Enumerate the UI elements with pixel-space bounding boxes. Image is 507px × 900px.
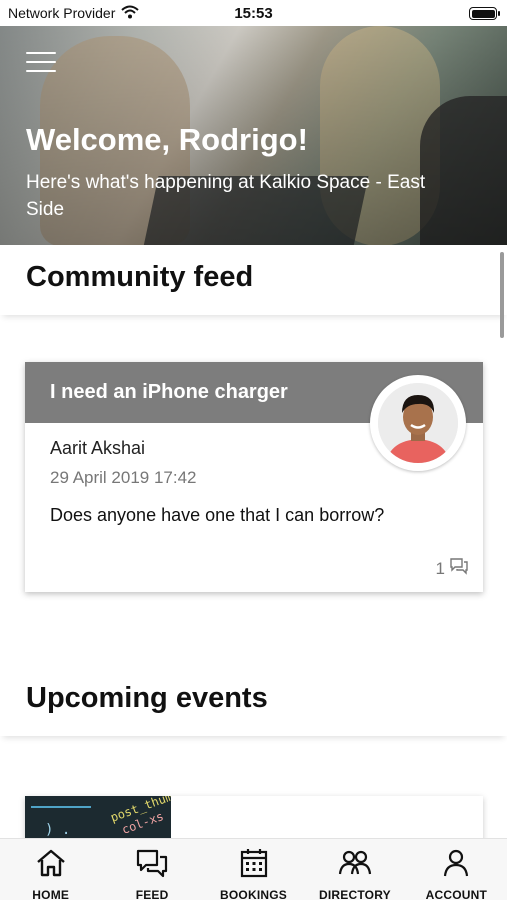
tab-home[interactable]: HOME: [0, 839, 101, 900]
comment-icon: [449, 557, 469, 580]
thumbnail-code-line: ) .: [45, 822, 71, 838]
welcome-title: Welcome, Rodrigo!: [26, 122, 308, 157]
clock: 15:53: [234, 4, 273, 22]
comment-count-value: 1: [435, 558, 445, 578]
tab-account-label: ACCOUNT: [425, 888, 488, 900]
tab-bar: HOME FEED BOOKINGS DIRECTORY ACCOUNT: [0, 838, 507, 900]
welcome-subtitle: Here's what's happening at Kalkio Space …: [26, 172, 426, 220]
hero-banner: Welcome, Rodrigo! Here's what's happenin…: [0, 26, 507, 245]
tab-directory[interactable]: DIRECTORY: [304, 839, 405, 900]
avatar[interactable]: [370, 375, 466, 471]
tab-bookings-label: BOOKINGS: [220, 888, 287, 900]
status-bar: Network Provider 15:53: [0, 0, 507, 26]
carrier-label: Network Provider: [8, 5, 116, 21]
chat-icon: [135, 847, 169, 884]
tab-home-label: HOME: [32, 888, 70, 900]
tab-feed-label: FEED: [135, 888, 169, 900]
scrollbar[interactable]: [500, 252, 504, 338]
tab-account[interactable]: ACCOUNT: [406, 839, 507, 900]
tab-bookings[interactable]: BOOKINGS: [203, 839, 304, 900]
battery-icon: [469, 7, 500, 20]
community-feed-title: Community feed: [26, 261, 254, 293]
tab-directory-label: DIRECTORY: [319, 888, 391, 900]
upcoming-events-title: Upcoming events: [26, 682, 268, 714]
upcoming-events-header: Upcoming events: [0, 668, 507, 736]
person-icon: [439, 847, 473, 884]
comment-count[interactable]: 1: [436, 557, 469, 580]
community-feed-header: Community feed: [0, 245, 507, 315]
tab-feed[interactable]: FEED: [101, 839, 202, 900]
home-icon: [34, 847, 68, 884]
people-icon: [338, 847, 372, 884]
calendar-icon: [237, 847, 271, 884]
post-body: Does anyone have one that I can borrow?: [50, 505, 385, 525]
feed-post-card[interactable]: I need an iPhone charger Aarit Akshai 29…: [25, 362, 483, 592]
post-title: I need an iPhone charger: [50, 381, 288, 403]
menu-icon[interactable]: [26, 50, 56, 74]
post-date: 29 April 2019 17:42: [50, 468, 197, 487]
post-author: Aarit Akshai: [50, 438, 146, 458]
wifi-icon: [121, 5, 140, 22]
